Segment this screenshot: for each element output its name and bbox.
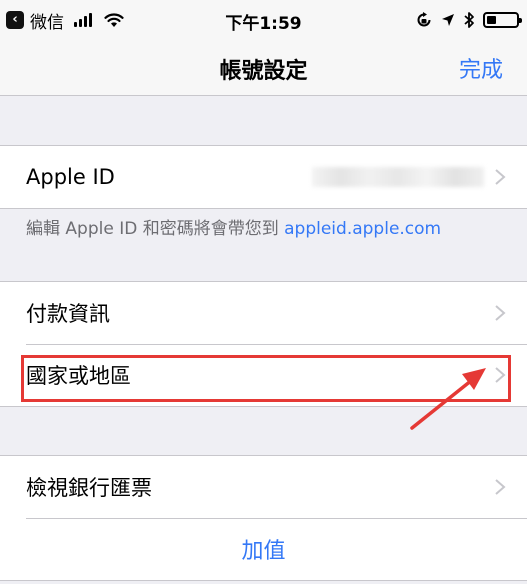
done-button[interactable]: 完成 <box>459 52 503 84</box>
status-bar-right <box>415 8 522 32</box>
chevron-right-icon <box>495 479 506 495</box>
payment-info-label: 付款資訊 <box>26 302 110 326</box>
apple-id-value-redacted <box>312 167 484 187</box>
page-title: 帳號設定 <box>219 59 308 84</box>
chevron-right-icon <box>495 169 506 185</box>
view-bank-drafts-label: 檢視銀行匯票 <box>26 476 152 500</box>
annotation-highlight-box <box>21 355 511 402</box>
chevron-right-icon <box>495 305 506 321</box>
apple-id-footnote: 編輯 Apple ID 和密碼將會帶您到 appleid.apple.com <box>26 214 441 239</box>
top-up-button[interactable]: 加值 <box>0 518 527 580</box>
status-bar: ‹ 微信 下午1:59 <box>0 0 527 40</box>
apple-id-row[interactable]: Apple ID <box>0 146 527 208</box>
payment-info-row[interactable]: 付款資訊 <box>0 282 527 344</box>
location-icon <box>442 14 454 26</box>
footnote-text: 編輯 Apple ID 和密碼將會帶您到 <box>26 219 285 239</box>
bluetooth-icon <box>464 12 474 28</box>
apple-id-label: Apple ID <box>26 165 115 189</box>
orientation-lock-icon <box>417 12 431 27</box>
top-up-label: 加值 <box>241 539 286 564</box>
battery-icon <box>483 12 522 28</box>
navigation-bar: 帳號設定 完成 <box>0 40 527 96</box>
apple-id-section: Apple ID <box>0 145 527 209</box>
appleid-link[interactable]: appleid.apple.com <box>284 219 441 239</box>
bank-section: 檢視銀行匯票 加值 <box>0 455 527 581</box>
view-bank-drafts-row[interactable]: 檢視銀行匯票 <box>0 456 527 518</box>
